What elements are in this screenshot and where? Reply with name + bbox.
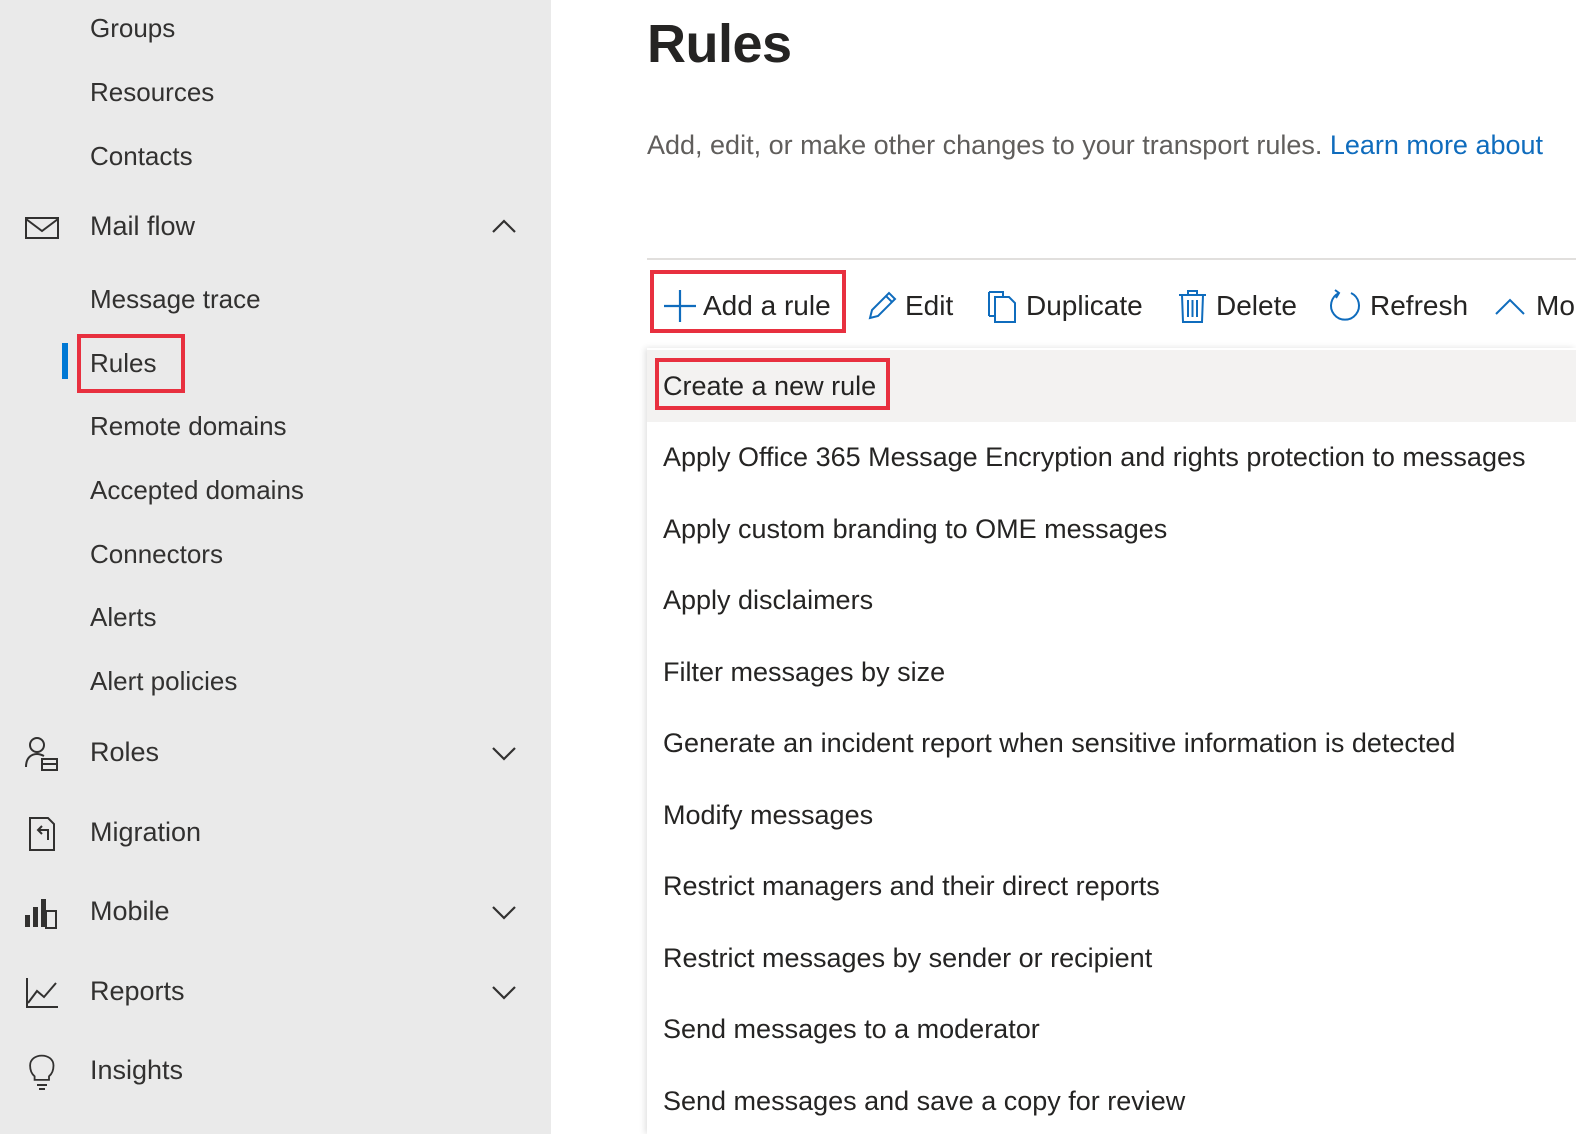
- refresh-button[interactable]: Refresh: [1327, 282, 1472, 330]
- mail-icon: [25, 217, 59, 239]
- migration-icon: [29, 817, 55, 851]
- divider: [647, 258, 1576, 260]
- menu-item-label: Restrict messages by sender or recipient: [663, 943, 1153, 973]
- menu-item-incident-report[interactable]: Generate an incident report when sensiti…: [647, 707, 1576, 779]
- chevron-down-icon: [492, 986, 516, 1000]
- sidebar-item-label: Mail flow: [90, 211, 196, 241]
- page-title: Rules: [647, 14, 792, 74]
- chevron-down-icon: [492, 747, 516, 761]
- pencil-icon: [868, 291, 897, 320]
- roles-icon: [25, 737, 58, 771]
- menu-item-send-to-moderator[interactable]: Send messages to a moderator: [647, 993, 1576, 1065]
- delete-button[interactable]: Delete: [1176, 282, 1306, 330]
- trash-icon: [1179, 290, 1206, 323]
- sidebar-item-alert-policies[interactable]: Alert policies: [90, 665, 237, 697]
- more-label: Mo: [1536, 290, 1575, 321]
- refresh-icon: [1330, 289, 1360, 321]
- sidebar-item-remote-domains[interactable]: Remote domains: [90, 410, 287, 442]
- sidebar-item-message-trace[interactable]: Message trace: [90, 283, 261, 315]
- menu-item-restrict-sender-recipient[interactable]: Restrict messages by sender or recipient: [647, 922, 1576, 994]
- sidebar-item-connectors[interactable]: Connectors: [90, 538, 223, 570]
- sidebar-item-groups[interactable]: Groups: [90, 12, 175, 44]
- menu-item-apply-disclaimers[interactable]: Apply disclaimers: [647, 564, 1576, 636]
- add-rule-label: Add a rule: [703, 290, 831, 321]
- mobile-icon: [25, 899, 57, 929]
- add-rule-dropdown-menu: Create a new rule Apply Office 365 Messa…: [647, 348, 1576, 1134]
- menu-item-filter-by-size[interactable]: Filter messages by size: [647, 636, 1576, 708]
- menu-item-restrict-managers[interactable]: Restrict managers and their direct repor…: [647, 850, 1576, 922]
- menu-item-label: Restrict managers and their direct repor…: [663, 871, 1160, 901]
- active-indicator: [62, 343, 68, 379]
- sidebar-item-accepted-domains[interactable]: Accepted domains: [90, 474, 304, 506]
- menu-item-label: Create a new rule: [663, 371, 877, 401]
- duplicate-label: Duplicate: [1026, 290, 1143, 321]
- menu-item-apply-ome[interactable]: Apply Office 365 Message Encryption and …: [647, 421, 1576, 493]
- menu-item-label: Apply custom branding to OME messages: [663, 514, 1168, 544]
- refresh-label: Refresh: [1370, 290, 1469, 321]
- chevron-up-icon: [1495, 298, 1525, 315]
- sidebar-item-reports[interactable]: Reports: [0, 961, 551, 1021]
- menu-item-send-and-save-copy[interactable]: Send messages and save a copy for review: [647, 1065, 1576, 1134]
- sidebar-item-label: Insights: [90, 1055, 184, 1085]
- edit-button[interactable]: Edit: [864, 282, 964, 330]
- sidebar-item-label: Roles: [90, 737, 160, 767]
- edit-label: Edit: [905, 290, 954, 321]
- chevron-down-icon: [492, 906, 516, 920]
- menu-item-label: Send messages to a moderator: [663, 1014, 1040, 1044]
- sidebar-item-roles[interactable]: Roles: [0, 722, 551, 782]
- sidebar-item-contacts[interactable]: Contacts: [90, 140, 193, 172]
- sidebar-item-rules[interactable]: Rules: [90, 347, 156, 379]
- sidebar-item-migration[interactable]: Migration: [0, 802, 551, 862]
- sidebar: Groups Resources Contacts Mail flow Mess…: [0, 0, 551, 1134]
- menu-item-label: Modify messages: [663, 800, 874, 830]
- menu-item-label: Send messages and save a copy for review: [663, 1086, 1186, 1116]
- delete-label: Delete: [1216, 290, 1297, 321]
- reports-icon: [26, 978, 58, 1008]
- plus-icon: [664, 290, 696, 322]
- menu-item-custom-branding[interactable]: Apply custom branding to OME messages: [647, 493, 1576, 565]
- sidebar-item-label: Migration: [90, 817, 202, 847]
- sidebar-item-mobile[interactable]: Mobile: [0, 881, 551, 941]
- description-text: Add, edit, or make other changes to your…: [647, 130, 1323, 160]
- lightbulb-icon: [29, 1054, 55, 1090]
- menu-item-label: Filter messages by size: [663, 657, 946, 687]
- menu-item-label: Generate an incident report when sensiti…: [663, 728, 1456, 758]
- menu-item-modify-messages[interactable]: Modify messages: [647, 779, 1576, 851]
- sidebar-item-label: Reports: [90, 976, 185, 1006]
- sidebar-item-mail-flow[interactable]: Mail flow: [0, 196, 551, 256]
- page-description: Add, edit, or make other changes to your…: [647, 128, 1543, 162]
- duplicate-button[interactable]: Duplicate: [985, 282, 1155, 330]
- sidebar-item-resources[interactable]: Resources: [90, 76, 214, 108]
- menu-item-create-new-rule[interactable]: Create a new rule: [647, 350, 1576, 422]
- chevron-up-icon: [492, 219, 516, 233]
- sidebar-item-label: Mobile: [90, 896, 170, 926]
- add-rule-button[interactable]: Add a rule: [660, 282, 840, 330]
- duplicate-icon: [988, 291, 1016, 323]
- menu-item-label: Apply Office 365 Message Encryption and …: [663, 442, 1526, 472]
- sidebar-item-insights[interactable]: Insights: [0, 1040, 551, 1100]
- learn-more-link[interactable]: Learn more about: [1330, 130, 1543, 160]
- more-button[interactable]: Mo: [1494, 282, 1576, 330]
- menu-item-label: Apply disclaimers: [663, 585, 874, 615]
- sidebar-item-alerts[interactable]: Alerts: [90, 601, 156, 633]
